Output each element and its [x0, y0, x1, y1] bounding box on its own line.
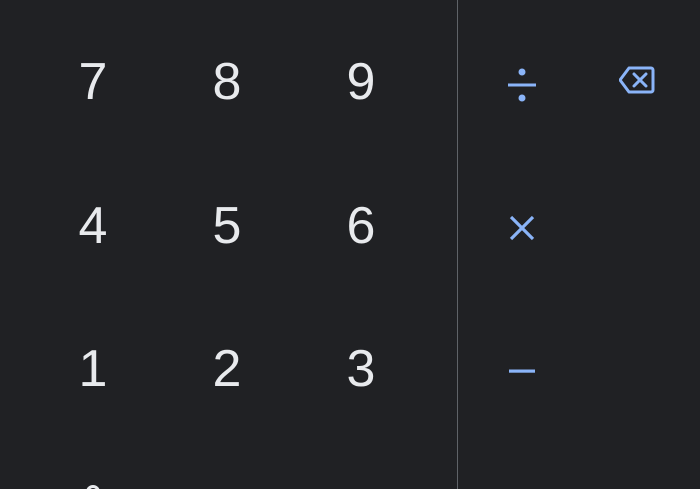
digit-6-button[interactable]: 6: [301, 181, 421, 271]
multiply-button[interactable]: [477, 183, 567, 273]
digit-5-button[interactable]: 5: [167, 181, 287, 271]
digit-3-button[interactable]: 3: [301, 324, 421, 414]
panel-divider: [457, 0, 458, 489]
minus-icon: [509, 369, 535, 373]
digit-9-button[interactable]: 9: [301, 37, 421, 127]
divide-button[interactable]: [477, 40, 567, 130]
digit-8-button[interactable]: 8: [167, 37, 287, 127]
multiply-icon: [509, 215, 535, 241]
calculator-keypad: 7 8 9 4 5 6 1 2 3: [0, 0, 700, 489]
digit-1-button[interactable]: 1: [33, 324, 153, 414]
digit-2-button[interactable]: 2: [167, 324, 287, 414]
divide-icon: [508, 68, 536, 102]
digit-7-button[interactable]: 7: [33, 37, 153, 127]
subtract-button[interactable]: [477, 326, 567, 416]
digit-0-button-partial[interactable]: [78, 482, 108, 489]
digit-4-button[interactable]: 4: [33, 181, 153, 271]
backspace-icon: [619, 66, 655, 94]
backspace-button[interactable]: [592, 35, 682, 125]
